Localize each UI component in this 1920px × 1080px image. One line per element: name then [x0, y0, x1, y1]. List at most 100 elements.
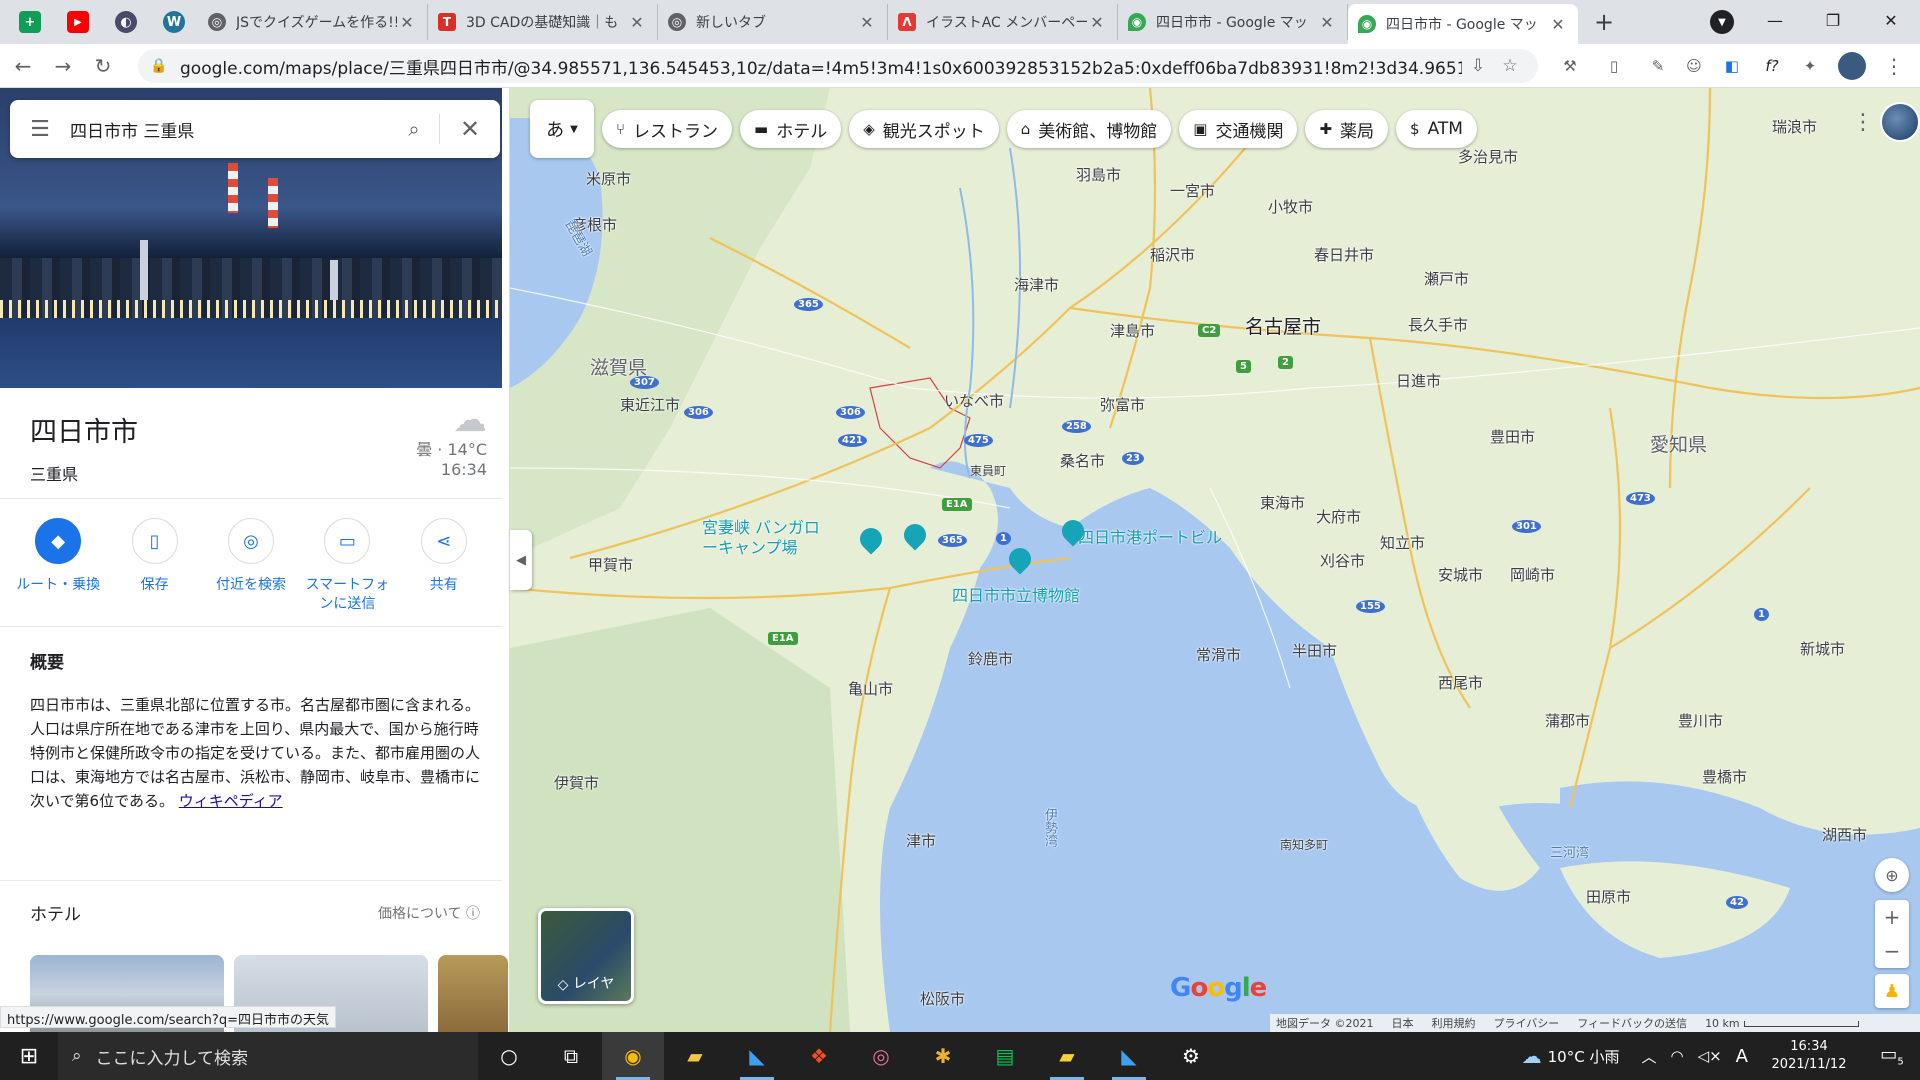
map-label-city[interactable]: 桑名市 [1060, 450, 1105, 471]
close-tab-icon[interactable]: ✕ [627, 13, 647, 32]
map-label-city[interactable]: 東近江市 [620, 394, 680, 415]
chevron-up-icon[interactable]: ︿ [1641, 1046, 1656, 1067]
map-canvas[interactable]: あ ▼ ⑂ レストラン ▬ ホテル ◈ 観光スポット ⌂ 美術館、博物館 ▣ 交通機関 ✚ 薬… [510, 88, 1920, 1032]
new-tab-button[interactable]: + [1586, 4, 1622, 40]
chip-pharmacy[interactable]: ✚ 薬局 [1305, 110, 1389, 148]
hotel-card[interactable] [438, 955, 508, 1032]
task-view-button[interactable]: ⧉ [540, 1032, 602, 1080]
map-label-city[interactable]: 稲沢市 [1150, 244, 1195, 265]
map-label-city[interactable]: 春日井市 [1314, 244, 1374, 265]
privacy-link[interactable]: プライバシー [1494, 1015, 1560, 1031]
map-label-city[interactable]: 安城市 [1438, 564, 1483, 585]
map-label-poi[interactable]: 四日市港ポートビル [1078, 524, 1222, 548]
bookmark-star-icon[interactable]: ☆ [1494, 56, 1526, 76]
browser-menu-icon[interactable]: ⋮ [1880, 52, 1908, 80]
map-label-city[interactable]: 田原市 [1586, 886, 1631, 907]
extensions-puzzle-icon[interactable]: ✦ [1796, 52, 1824, 80]
install-icon[interactable]: ⇩ [1462, 56, 1494, 76]
account-avatar[interactable] [1880, 102, 1920, 142]
taskbar-sticky-notes[interactable]: ▰ [1036, 1032, 1098, 1080]
wikipedia-link[interactable]: ウィキペディア [179, 792, 283, 810]
close-window-button[interactable]: ✕ [1862, 0, 1920, 40]
extension-hammer-icon[interactable]: ⚒ [1556, 52, 1584, 80]
feedback-link[interactable]: フィードバックの送信 [1577, 1015, 1687, 1031]
map-label-city[interactable]: 刈谷市 [1320, 550, 1365, 571]
save-button[interactable]: ▯ 保存 [110, 518, 200, 614]
back-button[interactable]: ← [6, 49, 40, 83]
address-bar[interactable]: 🔒 google.com/maps/place/三重県四日市市/@34.9855… [138, 49, 1538, 83]
terms-link[interactable]: 利用規約 [1432, 1015, 1476, 1031]
ime-mode[interactable]: A [1736, 1046, 1748, 1067]
map-label-city[interactable]: 津市 [906, 830, 936, 851]
taskbar-settings[interactable]: ⚙ [1160, 1032, 1222, 1080]
clear-icon[interactable]: ✕ [440, 115, 500, 143]
taskbar-photos[interactable]: ◎ [850, 1032, 912, 1080]
forward-button[interactable]: → [46, 49, 80, 83]
tab-active[interactable]: ◉ 四日市市 - Google マッ ✕ [1348, 4, 1578, 44]
extension-formula-icon[interactable]: f? [1758, 52, 1786, 80]
tab-search-icon[interactable]: ▼ [1710, 10, 1734, 34]
tab[interactable]: ◎ 新しいタブ ✕ [658, 4, 888, 40]
price-info-link[interactable]: 価格について ⓘ [378, 903, 480, 923]
tray-weather[interactable]: 10°C 小雨 [1548, 1046, 1620, 1067]
map-label-city[interactable]: 日進市 [1396, 370, 1441, 391]
taskbar-vscode-2[interactable]: ◣ [1098, 1032, 1160, 1080]
windows-start-button[interactable]: ⊞ [0, 1032, 58, 1080]
close-tab-icon[interactable]: ✕ [397, 13, 417, 32]
my-location-button[interactable]: ⊕ [1875, 858, 1909, 892]
weather-widget[interactable]: ☁ 曇 · 14°C 16:34 [416, 400, 487, 480]
share-button[interactable]: ⋖ 共有 [399, 518, 489, 614]
extension-eyedropper-icon[interactable]: ✎ [1644, 52, 1672, 80]
pinned-tab-sheets[interactable]: + [6, 0, 54, 44]
close-tab-icon[interactable]: ✕ [857, 13, 877, 32]
reload-button[interactable]: ↻ [86, 49, 120, 83]
map-label-city[interactable]: 津島市 [1110, 320, 1155, 341]
minimize-button[interactable]: — [1746, 0, 1804, 40]
map-label-poi[interactable]: 四日市市立博物館 [952, 582, 1080, 606]
scale-indicator[interactable]: 10 km [1705, 1017, 1859, 1030]
map-label-city[interactable]: 大府市 [1316, 506, 1361, 527]
map-label-city[interactable]: 西尾市 [1438, 672, 1483, 693]
search-icon[interactable]: ⌕ [389, 117, 439, 141]
taskbar-explorer[interactable]: ▰ [664, 1032, 726, 1080]
map-label-city[interactable]: 半田市 [1292, 640, 1337, 661]
tab[interactable]: ◉ 四日市市 - Google マッ ✕ [1118, 4, 1348, 40]
chip-restaurant[interactable]: ⑂ レストラン [602, 110, 733, 148]
map-label-city[interactable]: 伊賀市 [554, 772, 599, 793]
extension-bookmark-icon[interactable]: ▯ [1600, 52, 1628, 80]
menu-icon[interactable]: ☰ [10, 117, 70, 142]
map-label-city[interactable]: 豊川市 [1678, 710, 1723, 731]
map-label-town[interactable]: 東員町 [970, 462, 1006, 479]
cortana-button[interactable]: ○ [478, 1032, 540, 1080]
map-label-city[interactable]: 松阪市 [920, 988, 965, 1009]
ime-toggle[interactable]: あ ▼ [530, 100, 594, 158]
search-input[interactable]: 四日市市 三重県 [70, 117, 389, 142]
chip-museums[interactable]: ⌂ 美術館、博物館 [1006, 110, 1172, 148]
chip-attractions[interactable]: ◈ 観光スポット [849, 110, 999, 148]
taskbar-figma[interactable]: ❖ [788, 1032, 850, 1080]
search-box[interactable]: ☰ 四日市市 三重県 ⌕ ✕ [10, 100, 500, 158]
close-tab-icon[interactable]: ✕ [1317, 13, 1337, 32]
chip-atm[interactable]: $ ATM [1396, 110, 1477, 148]
send-to-phone-button[interactable]: ▭ スマートフォンに送信 [302, 518, 392, 614]
pinned-tab-wordpress[interactable]: W [150, 0, 198, 44]
close-tab-icon[interactable]: ✕ [1087, 13, 1107, 32]
country-link[interactable]: 日本 [1392, 1015, 1414, 1031]
map-label-city[interactable]: 知立市 [1380, 532, 1425, 553]
search-nearby-button[interactable]: ◎ 付近を検索 [206, 518, 296, 614]
street-view-pegman[interactable]: ♟ [1875, 974, 1909, 1008]
map-label-city[interactable]: いなべ市 [944, 390, 1004, 411]
taskbar-chrome[interactable]: ◉ [602, 1032, 664, 1080]
url-text[interactable]: google.com/maps/place/三重県四日市市/@34.985571… [180, 54, 1462, 79]
collapse-panel-button[interactable]: ◀ [510, 530, 532, 590]
map-label-nagoya[interactable]: 名古屋市 [1245, 312, 1321, 339]
tab[interactable]: T 3D CADの基礎知識｜も ✕ [428, 4, 658, 40]
map-label-city[interactable]: 甲賀市 [588, 554, 633, 575]
maximize-button[interactable]: ❐ [1804, 0, 1862, 40]
directions-button[interactable]: ◆ ルート・乗換 [13, 518, 103, 614]
map-label-city[interactable]: 蒲郡市 [1545, 710, 1590, 731]
map-label-city[interactable]: 瀬戸市 [1424, 268, 1469, 289]
pinned-tab-app[interactable]: ◐ [102, 0, 150, 44]
map-label-city[interactable]: 南知多町 [1280, 836, 1328, 853]
pinned-tab-youtube[interactable]: ▶ [54, 0, 102, 44]
